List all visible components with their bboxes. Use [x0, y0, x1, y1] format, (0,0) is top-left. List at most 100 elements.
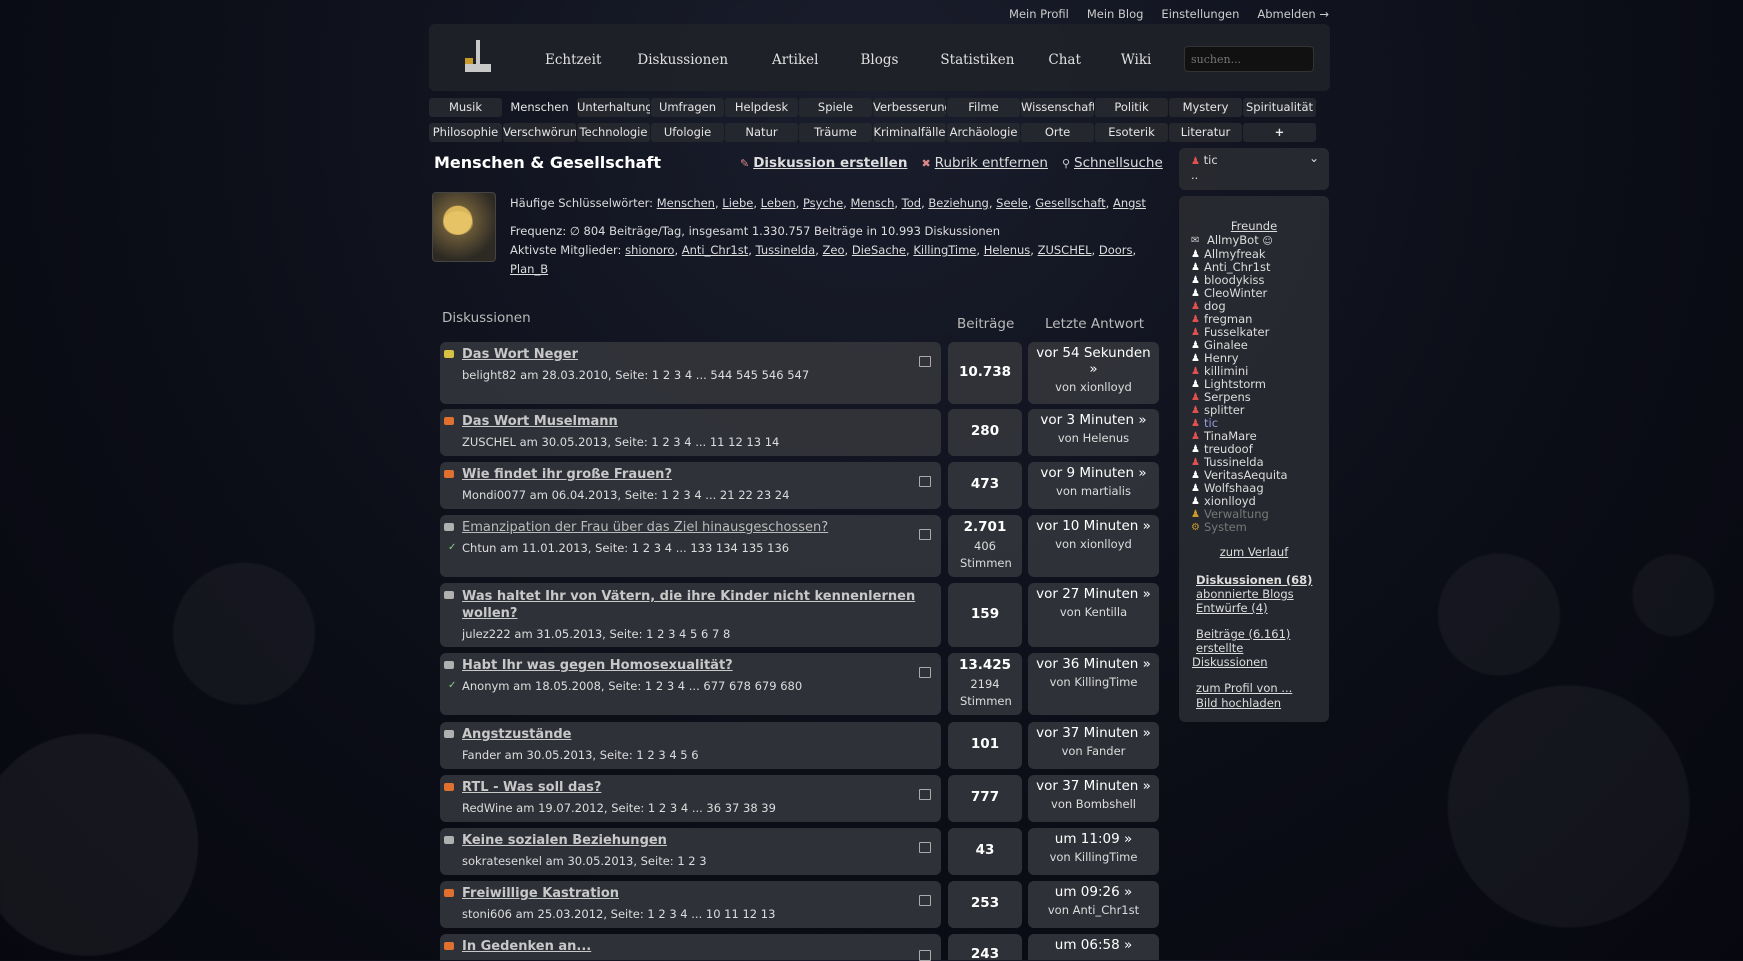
thread-row[interactable]: Das Wort Muselmann ZUSCHEL am 30.05.2013…	[440, 409, 941, 456]
friend-item[interactable]: ⚙ System	[1191, 521, 1329, 534]
cat-verschwoerungen[interactable]: Verschwörungen	[503, 123, 576, 142]
thread-subscribe-icon[interactable]	[919, 356, 931, 367]
chevron-down-icon[interactable]: ⌄	[1309, 151, 1319, 165]
cat-filme[interactable]: Filme	[947, 98, 1020, 117]
nav-wiki[interactable]: Wiki	[1121, 52, 1151, 68]
nav-diskussionen[interactable]: Diskussionen	[637, 52, 728, 68]
thread-row[interactable]: In Gedenken an...	[440, 934, 941, 961]
create-discussion-action[interactable]: ✎ Diskussion erstellen	[740, 155, 907, 171]
settings-link[interactable]: Einstellungen	[1161, 7, 1239, 21]
member-link[interactable]: Helenus	[984, 243, 1031, 257]
keyword-link[interactable]: Leben	[761, 196, 796, 210]
thread-title[interactable]: Das Wort Neger	[462, 347, 578, 362]
thread-row[interactable]: Was haltet Ihr von Vätern, die ihre Kind…	[440, 583, 941, 647]
cat-helpdesk[interactable]: Helpdesk	[725, 98, 798, 117]
last-reply-time[interactable]: um 09:26 »	[1028, 884, 1159, 900]
last-reply-time[interactable]: vor 36 Minuten »	[1028, 656, 1159, 672]
thread-title[interactable]: Keine sozialen Beziehungen	[462, 833, 667, 848]
created-discussions-link[interactable]: Diskussionen	[1192, 655, 1329, 669]
created-link[interactable]: erstellte	[1196, 641, 1329, 655]
cat-natur[interactable]: Natur	[725, 123, 798, 142]
thread-row[interactable]: RTL - Was soll das? RedWine am 19.07.201…	[440, 775, 941, 822]
member-link[interactable]: Zeo	[823, 243, 845, 257]
last-reply-arrow[interactable]: »	[1028, 361, 1159, 377]
cat-verbesserungen[interactable]: Verbesserungen	[873, 98, 946, 117]
discussions-link[interactable]: Diskussionen (68)	[1196, 573, 1329, 587]
cat-spiele[interactable]: Spiele	[799, 98, 872, 117]
keyword-link[interactable]: Seele	[996, 196, 1028, 210]
member-link[interactable]: KillingTime	[913, 243, 976, 257]
my-blog-link[interactable]: Mein Blog	[1087, 7, 1144, 21]
thread-row[interactable]: Keine sozialen Beziehungen sokratesenkel…	[440, 828, 941, 875]
thread-subscribe-icon[interactable]	[919, 895, 931, 906]
member-link[interactable]: Doors	[1099, 243, 1133, 257]
nav-echtzeit[interactable]: Echtzeit	[545, 52, 601, 68]
thread-row[interactable]: Das Wort Neger belight82 am 28.03.2010, …	[440, 342, 941, 404]
keyword-link[interactable]: Psyche	[803, 196, 843, 210]
cat-spiritualitaet[interactable]: Spiritualität	[1243, 98, 1316, 117]
nav-statistiken[interactable]: Statistiken	[940, 52, 1014, 68]
member-link[interactable]: DieSache	[852, 243, 906, 257]
drafts-link[interactable]: Entwürfe (4)	[1196, 601, 1329, 615]
cat-esoterik[interactable]: Esoterik	[1095, 123, 1168, 142]
keyword-link[interactable]: Menschen	[657, 196, 715, 210]
thread-subscribe-icon[interactable]	[919, 789, 931, 800]
last-reply-time[interactable]: vor 27 Minuten »	[1028, 586, 1159, 602]
thread-title[interactable]: Das Wort Muselmann	[462, 414, 618, 429]
member-link[interactable]: Tussinelda	[756, 243, 816, 257]
search-input[interactable]	[1184, 46, 1314, 72]
create-discussion-link[interactable]: Diskussion erstellen	[753, 155, 907, 171]
thread-title[interactable]: In Gedenken an...	[462, 939, 591, 954]
cat-ufologie[interactable]: Ufologie	[651, 123, 724, 142]
thread-subscribe-icon[interactable]	[919, 476, 931, 487]
thread-row[interactable]: Angstzustände Fander am 30.05.2013, Seit…	[440, 722, 941, 769]
last-reply-time[interactable]: vor 37 Minuten »	[1028, 778, 1159, 794]
cat-kriminalfaelle[interactable]: Kriminalfälle	[873, 123, 946, 142]
thread-title[interactable]: Angstzustände	[462, 727, 572, 742]
last-reply-time[interactable]: vor 3 Minuten »	[1028, 412, 1159, 428]
cat-traeume[interactable]: Träume	[799, 123, 872, 142]
history-link[interactable]: zum Verlauf	[1220, 545, 1289, 559]
quick-search-link[interactable]: Schnellsuche	[1074, 155, 1163, 171]
remove-category-link[interactable]: Rubrik entfernen	[935, 155, 1048, 171]
last-reply-time[interactable]: vor 9 Minuten »	[1028, 465, 1159, 481]
thread-subscribe-icon[interactable]	[919, 529, 931, 540]
thread-title[interactable]: Freiwillige Kastration	[462, 886, 619, 901]
username[interactable]: tic	[1204, 153, 1218, 167]
thread-title[interactable]: Wie findet ihr große Frauen?	[462, 467, 672, 482]
quick-search-action[interactable]: ⚲ Schnellsuche	[1062, 155, 1163, 171]
last-reply-time[interactable]: um 06:58 »	[1028, 937, 1159, 953]
keyword-link[interactable]: Tod	[902, 196, 921, 210]
posts-link[interactable]: Beiträge (6.161)	[1196, 627, 1329, 641]
keyword-link[interactable]: Liebe	[722, 196, 753, 210]
thread-title[interactable]: RTL - Was soll das?	[462, 780, 601, 795]
thread-row[interactable]: Wie findet ihr große Frauen? Mondi0077 a…	[440, 462, 941, 509]
friends-title[interactable]: Freunde	[1179, 219, 1329, 233]
keyword-link[interactable]: Beziehung	[928, 196, 988, 210]
cat-politik[interactable]: Politik	[1095, 98, 1168, 117]
thread-subscribe-icon[interactable]	[919, 667, 931, 678]
cat-wissenschaft[interactable]: Wissenschaft	[1021, 98, 1094, 117]
cat-unterhaltung[interactable]: Unterhaltung	[577, 98, 650, 117]
keyword-link[interactable]: Angst	[1113, 196, 1146, 210]
last-reply-time[interactable]: vor 37 Minuten »	[1028, 725, 1159, 741]
nav-artikel[interactable]: Artikel	[772, 52, 818, 68]
cat-literatur[interactable]: Literatur	[1169, 123, 1242, 142]
user-line[interactable]: ♟ tic	[1191, 153, 1218, 167]
thread-row[interactable]: Habt Ihr was gegen Homosexualität? ✓ Ano…	[440, 653, 941, 715]
friend-item[interactable]: ✉ AllmyBot ☺	[1191, 234, 1329, 248]
cat-technologie[interactable]: Technologie	[577, 123, 650, 142]
thread-subscribe-icon[interactable]	[919, 842, 931, 853]
cat-mystery[interactable]: Mystery	[1169, 98, 1242, 117]
last-reply-time[interactable]: vor 54 Sekunden	[1028, 345, 1159, 361]
nav-chat[interactable]: Chat	[1048, 52, 1081, 68]
my-profile-link[interactable]: Mein Profil	[1009, 7, 1069, 21]
last-reply-time[interactable]: vor 10 Minuten »	[1028, 518, 1159, 534]
keyword-link[interactable]: Gesellschaft	[1035, 196, 1105, 210]
thread-title[interactable]: Habt Ihr was gegen Homosexualität?	[462, 658, 733, 673]
cat-umfragen[interactable]: Umfragen	[651, 98, 724, 117]
keyword-link[interactable]: Mensch	[850, 196, 894, 210]
cat-philosophie[interactable]: Philosophie	[429, 123, 502, 142]
cat-menschen[interactable]: Menschen	[503, 98, 576, 117]
thread-title[interactable]: Emanzipation der Frau über das Ziel hina…	[462, 520, 828, 535]
